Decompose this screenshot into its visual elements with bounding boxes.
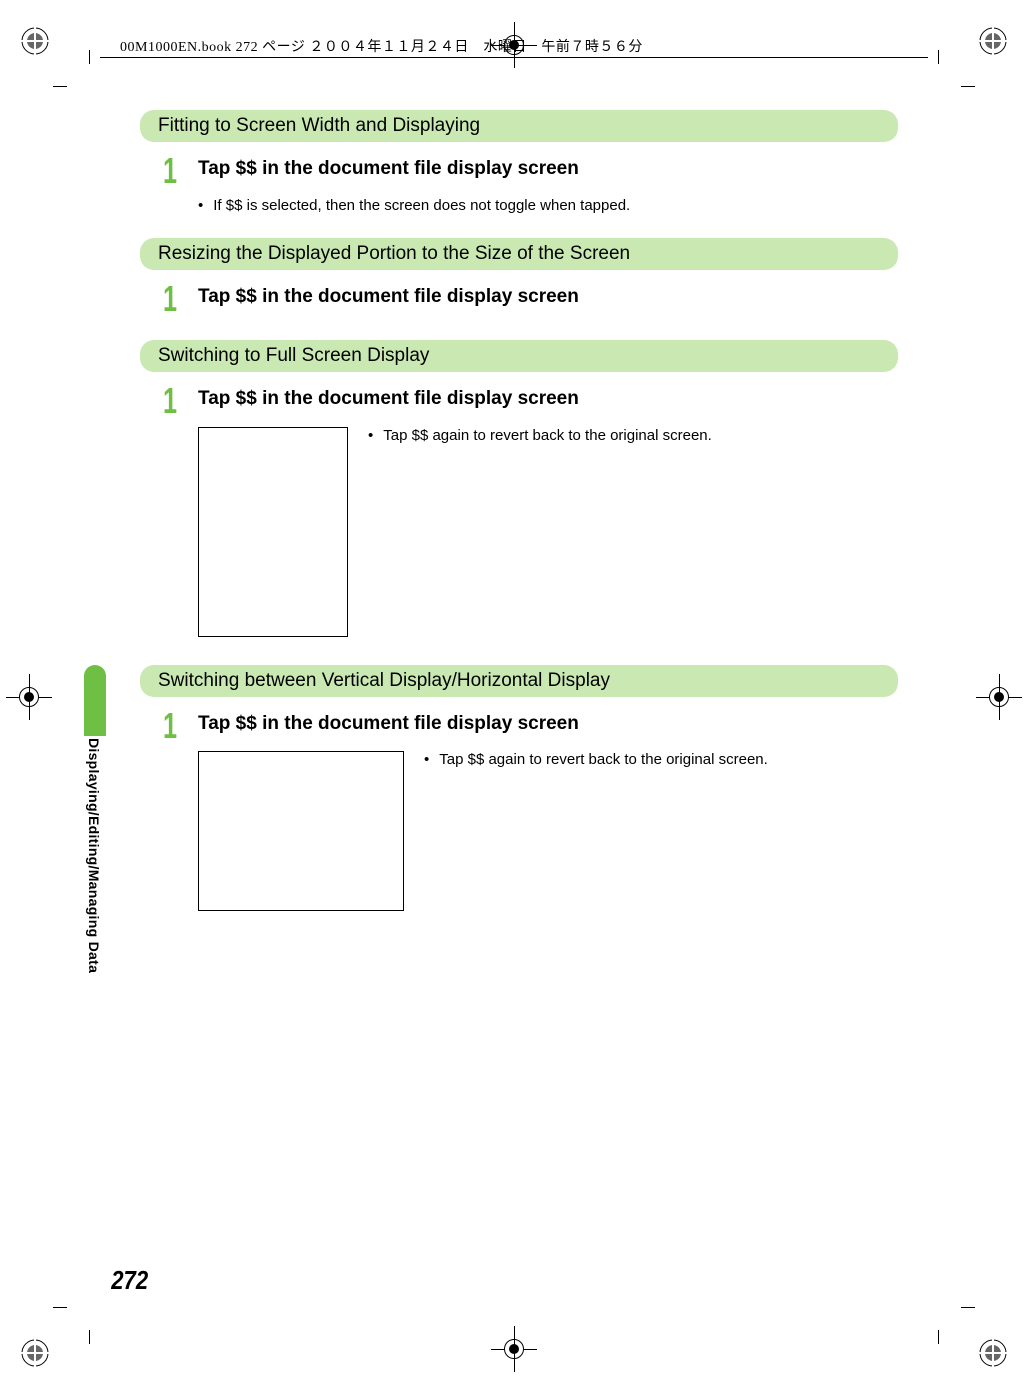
step-number: 1 [163,711,177,742]
bullet-item: • If $$ is selected, then the screen doe… [198,197,898,214]
step-number: 1 [163,284,177,315]
side-label: Displaying/Editing/Managing Data [86,738,102,973]
crop-mark-icon [20,1338,50,1368]
bullet-icon: • [424,751,429,768]
step: 1 Tap $$ in the document file display sc… [160,386,898,417]
step: 1 Tap $$ in the document file display sc… [160,156,898,187]
bullet-item: • Tap $$ again to revert back to the ori… [368,427,712,444]
content-area: Fitting to Screen Width and Displaying 1… [140,110,898,939]
figure-placeholder [198,427,348,637]
step-title: Tap $$ in the document file display scre… [198,156,579,180]
step-title: Tap $$ in the document file display scre… [198,711,579,735]
bullet-icon: • [198,197,203,214]
bullet-item: • Tap $$ again to revert back to the ori… [424,751,768,768]
step-title: Tap $$ in the document file display scre… [198,284,579,308]
step-number: 1 [163,156,177,187]
registration-mark-icon [6,674,52,720]
bullet-text: If $$ is selected, then the screen does … [213,197,630,214]
bullet-icon: • [368,427,373,444]
figure-row: • Tap $$ again to revert back to the ori… [198,751,898,911]
figure-placeholder [198,751,404,911]
section-heading: Fitting to Screen Width and Displaying [140,110,898,142]
crop-mark-icon [978,1338,1008,1368]
step-number: 1 [163,386,177,417]
crop-mark-icon [978,26,1008,56]
registration-mark-icon [976,674,1022,720]
section-heading: Switching to Full Screen Display [140,340,898,372]
crop-mark-icon [20,26,50,56]
page-number: 272 [111,1265,148,1296]
side-tab [84,665,106,736]
section-heading: Switching between Vertical Display/Horiz… [140,665,898,697]
step-title: Tap $$ in the document file display scre… [198,386,579,410]
bullet-text: Tap $$ again to revert back to the origi… [439,751,768,768]
bullet-text: Tap $$ again to revert back to the origi… [383,427,712,444]
section-heading: Resizing the Displayed Portion to the Si… [140,238,898,270]
step: 1 Tap $$ in the document file display sc… [160,284,898,315]
figure-row: • Tap $$ again to revert back to the ori… [198,427,898,637]
step: 1 Tap $$ in the document file display sc… [160,711,898,742]
